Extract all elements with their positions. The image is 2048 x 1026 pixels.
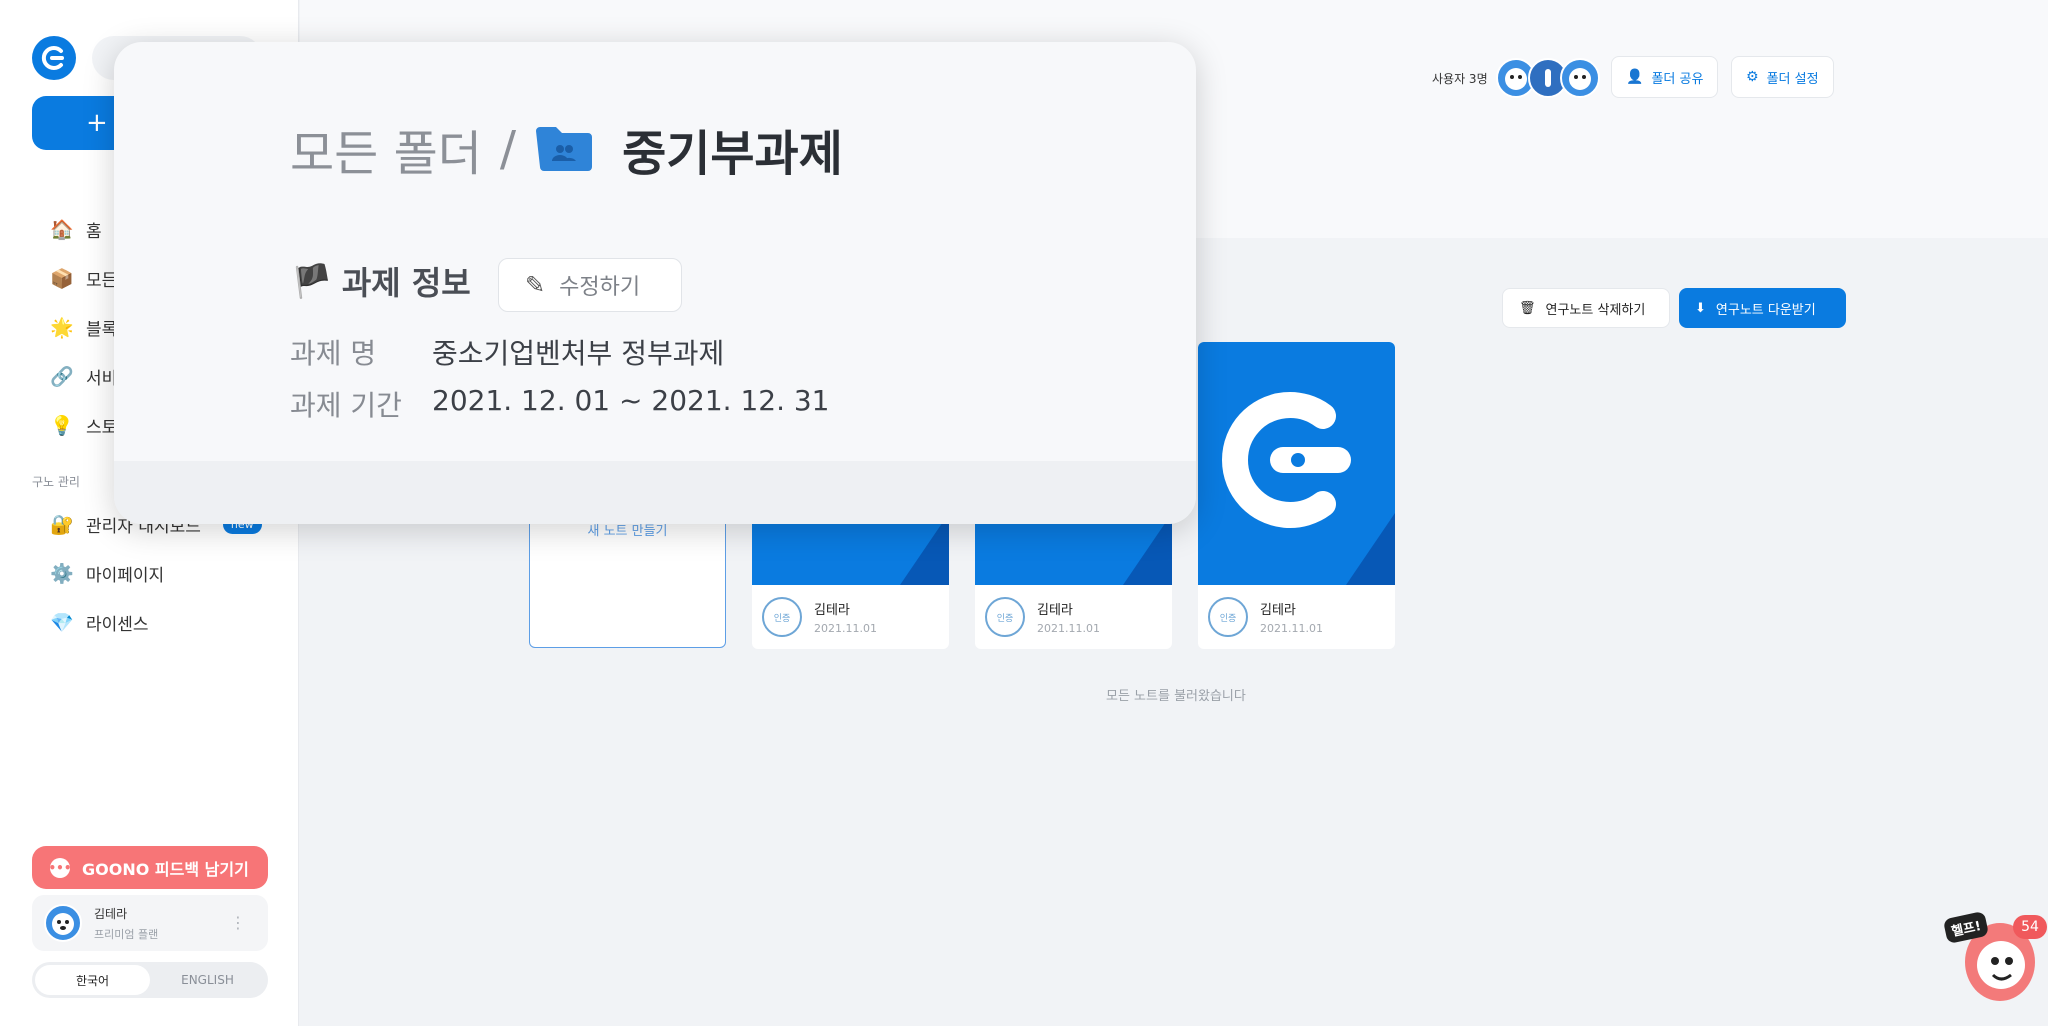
gem-icon: 💎 <box>50 612 74 634</box>
info-row-project-name: 과제 명 중소기업벤처부 정부과제 <box>290 332 724 372</box>
edit-button[interactable]: ✎ 수정하기 <box>498 258 682 312</box>
sidebar-item-label: 서비 <box>86 369 118 389</box>
share-folder-label: 폴더 공유 <box>1651 71 1704 87</box>
lang-english[interactable]: ENGLISH <box>150 965 265 995</box>
avatar <box>44 904 82 942</box>
goono-logo[interactable] <box>32 36 76 80</box>
feedback-label: GOONO 피드백 남기기 <box>82 859 249 879</box>
edit-label: 수정하기 <box>559 275 641 300</box>
help-button[interactable]: 헬프! 54 <box>1942 910 2047 1005</box>
more-icon[interactable]: ⋮ <box>230 913 246 932</box>
help-notification-badge: 54 <box>2013 915 2047 939</box>
certification-stamp-icon: 인증 <box>1208 597 1248 637</box>
chat-icon: ••• <box>49 857 72 878</box>
gear-icon: ⚙️ <box>50 563 74 585</box>
mascot-avatar-icon <box>1545 69 1551 87</box>
folder-settings-button[interactable]: ⚙ 폴더 설정 <box>1731 56 1834 98</box>
project-info-title: 과제 정보 <box>341 264 471 302</box>
breadcrumb-all-folders[interactable]: 모든 폴더 <box>290 114 482 184</box>
share-folder-button[interactable]: 👤 폴더 공유 <box>1611 56 1719 98</box>
users-count: 사용자 3명 <box>1432 72 1488 86</box>
link-icon: 🔗 <box>50 366 74 388</box>
info-row-project-period: 과제 기간 2021. 12. 01 ~ 2021. 12. 31 <box>290 384 830 424</box>
sidebar-item-label: 블록 <box>86 320 118 340</box>
flag-icon: 🏴 <box>292 262 332 300</box>
project-info-header: 🏴 과제 정보 <box>292 258 471 304</box>
download-icon: ⬇ <box>1695 300 1706 316</box>
gear-icon: ⚙ <box>1746 69 1759 85</box>
certification-stamp-icon: 인증 <box>762 597 802 637</box>
info-key: 과제 명 <box>290 337 377 370</box>
mascot-avatar-icon <box>52 913 74 935</box>
avatar <box>1560 58 1600 98</box>
sidebar-item-label: 모든 <box>86 271 118 291</box>
certification-stamp-icon: 인증 <box>985 597 1025 637</box>
user-card[interactable]: 김테라 프리미엄 플랜 ⋮ <box>32 895 268 951</box>
info-value: 2021. 12. 01 ~ 2021. 12. 31 <box>432 384 830 417</box>
delete-notes-label: 연구노트 삭제하기 <box>1545 302 1646 318</box>
popup-footer <box>114 461 1196 524</box>
info-key: 과제 기간 <box>290 389 402 422</box>
member-avatars[interactable] <box>1496 58 1600 98</box>
breadcrumb-separator: / <box>499 121 517 177</box>
lang-korean[interactable]: 한국어 <box>35 965 150 995</box>
note-card[interactable]: 인증 김테라 2021.11.01 <box>1198 342 1395 649</box>
folder-title: 중기부과제 <box>622 126 843 182</box>
sidebar-item-label: 마이페이지 <box>86 566 165 586</box>
mascot-avatar-icon <box>1569 68 1591 90</box>
sidebar-item-label: 라이센스 <box>86 615 149 635</box>
bulb-icon: 💡 <box>50 415 74 437</box>
note-date: 2021.11.01 <box>1037 622 1100 635</box>
note-date: 2021.11.01 <box>1260 622 1323 635</box>
trash-icon: 🗑 <box>1519 300 1536 316</box>
delete-notes-button[interactable]: 🗑 연구노트 삭제하기 <box>1502 288 1670 328</box>
sparkle-icon: 🌟 <box>50 317 74 339</box>
goono-logo-icon <box>41 46 64 70</box>
user-name: 김테라 <box>94 906 128 921</box>
shared-folder-icon <box>536 127 593 171</box>
language-toggle: 한국어 ENGLISH <box>32 962 268 998</box>
feedback-button[interactable]: ••• GOONO 피드백 남기기 <box>32 846 268 889</box>
download-notes-label: 연구노트 다운받기 <box>1715 302 1816 318</box>
breadcrumb: 모든 폴더 / 중기부과제 <box>290 114 843 184</box>
user-plan: 프리미엄 플랜 <box>94 927 159 941</box>
note-author: 김테라 <box>1260 603 1296 618</box>
folder-info-popup: 모든 폴더 / 중기부과제 🏴 과제 정보 ✎ 수정하기 과제 명 중소기업벤처… <box>114 42 1196 524</box>
page-fold <box>1346 513 1395 585</box>
lock-icon: 🔐 <box>50 514 74 536</box>
sidebar-item-label: 스토 <box>86 418 118 438</box>
note-date: 2021.11.01 <box>814 622 877 635</box>
sidebar-item-label: 홈 <box>86 222 102 242</box>
note-author: 김테라 <box>814 603 850 618</box>
all-notes-loaded-text: 모든 노트를 불러왔습니다 <box>1106 689 1246 704</box>
plus-icon: + <box>86 108 108 138</box>
sidebar-item-mypage[interactable]: ⚙️ 마이페이지 <box>48 549 278 598</box>
box-icon: 📦 <box>50 268 74 290</box>
pencil-icon: ✎ <box>525 271 546 299</box>
section-label: 구노 관리 <box>32 475 80 489</box>
add-person-icon: 👤 <box>1626 69 1644 85</box>
mascot-avatar-icon <box>1505 68 1527 90</box>
folder-settings-label: 폴더 설정 <box>1766 71 1819 87</box>
note-author: 김테라 <box>1037 603 1073 618</box>
download-notes-button[interactable]: ⬇ 연구노트 다운받기 <box>1679 288 1846 328</box>
info-value: 중소기업벤처부 정부과제 <box>432 337 725 370</box>
house-icon: 🏠 <box>50 219 74 241</box>
sidebar-item-license[interactable]: 💎 라이센스 <box>48 598 278 647</box>
